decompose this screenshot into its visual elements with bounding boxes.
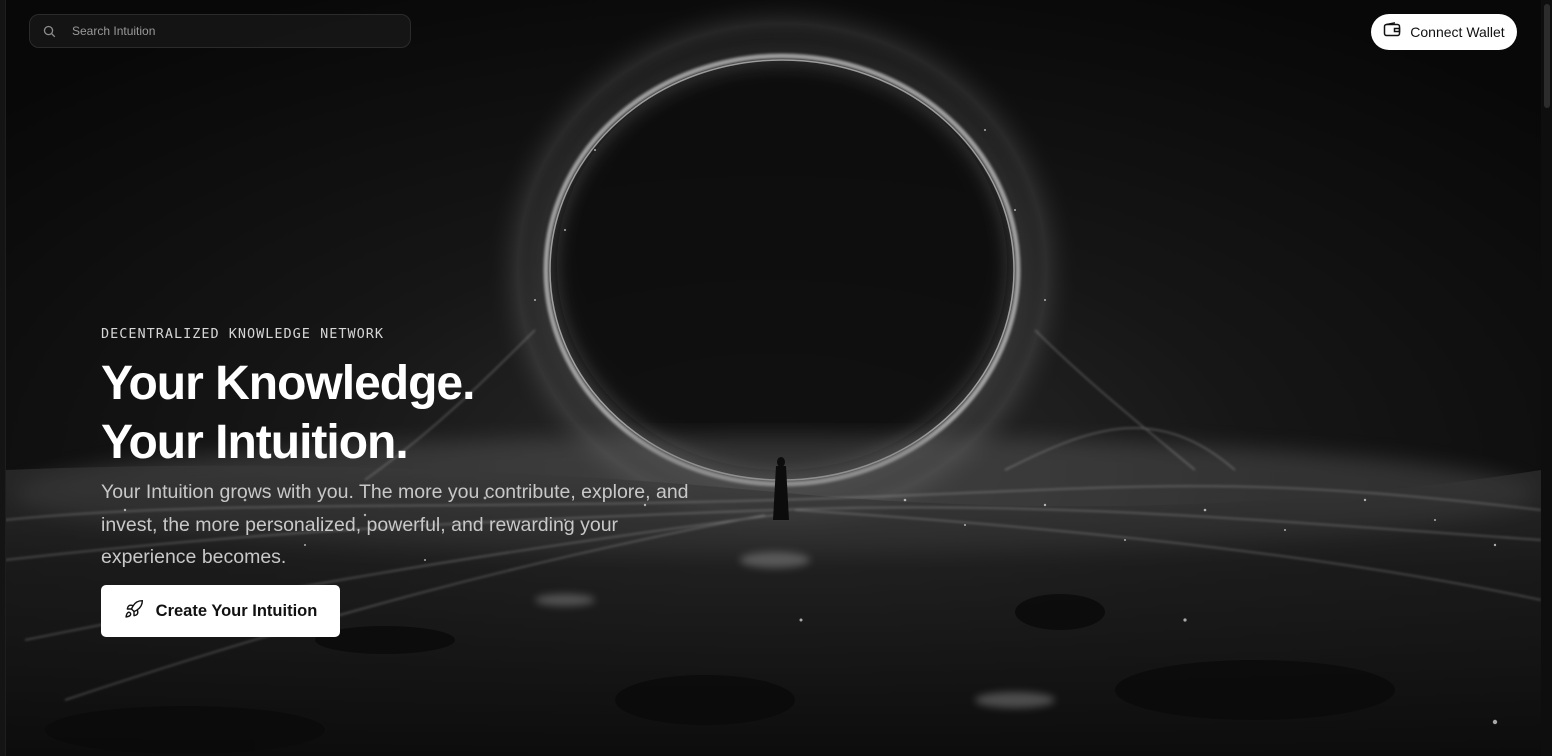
page-scrollbar[interactable]	[1541, 0, 1552, 756]
search-bar[interactable]	[29, 14, 411, 48]
connect-wallet-label: Connect Wallet	[1410, 24, 1505, 40]
rocket-icon	[124, 599, 144, 624]
hero-eyebrow: DECENTRALIZED KNOWLEDGE NETWORK	[101, 326, 384, 342]
wallet-icon	[1383, 21, 1401, 43]
headline-line-1: Your Knowledge.	[101, 357, 475, 410]
hero-headline: Your Knowledge. Your Intuition.	[101, 354, 721, 472]
landing-page: Connect Wallet DECENTRALIZED KNOWLEDGE N…	[0, 0, 1552, 756]
search-icon	[42, 24, 56, 38]
hero-description: Your Intuition grows with you. The more …	[101, 481, 689, 568]
connect-wallet-button[interactable]: Connect Wallet	[1371, 14, 1517, 50]
search-input[interactable]	[70, 15, 410, 47]
scrollbar-thumb[interactable]	[1544, 4, 1550, 108]
headline-line-2: Your Intuition.	[101, 416, 409, 469]
create-intuition-button[interactable]: Create Your Intuition	[101, 585, 340, 637]
left-edge-divider	[0, 0, 6, 756]
hero-section: DECENTRALIZED KNOWLEDGE NETWORK Your Kno…	[101, 326, 721, 574]
create-intuition-label: Create Your Intuition	[155, 601, 318, 620]
